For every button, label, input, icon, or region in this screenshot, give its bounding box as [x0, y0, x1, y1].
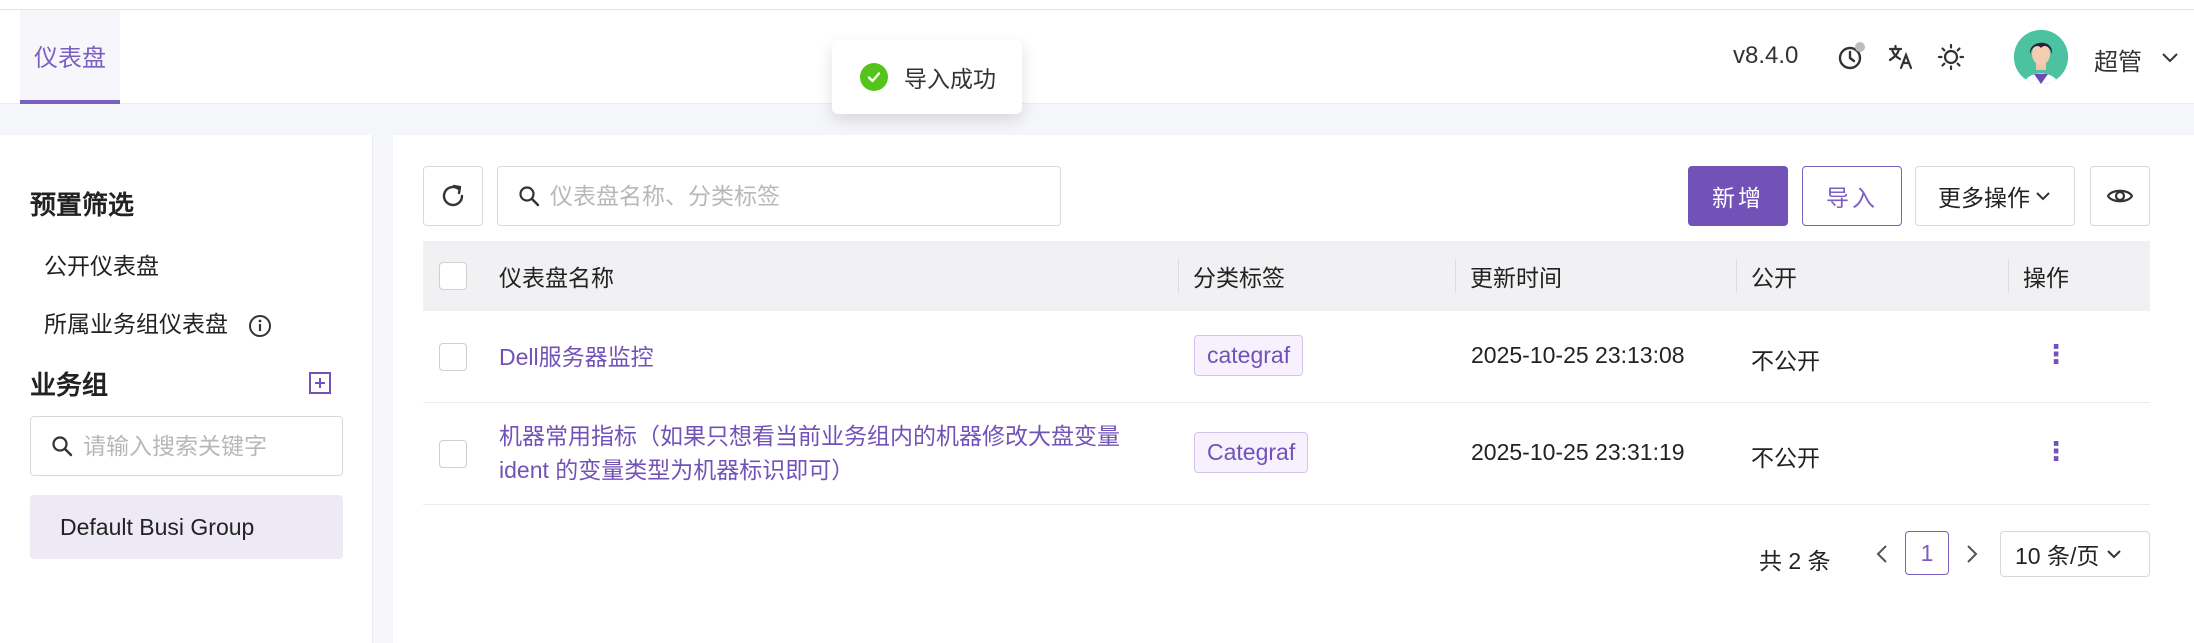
username-label[interactable]: 超管 — [2094, 42, 2142, 77]
more-actions-button[interactable]: 更多操作 — [1915, 166, 2075, 226]
chevron-down-icon[interactable] — [2160, 48, 2180, 68]
row-actions-more-icon[interactable]: ⋮ — [2043, 339, 2069, 370]
group-search-field[interactable] — [30, 416, 343, 476]
tag-chip-label: Categraf — [1194, 432, 1309, 473]
dashboard-name-line1: 机器常用指标（如果只想看当前业务组内的机器修改大盘变量 — [499, 423, 1120, 449]
top-header: 仪表盘 v8.4.0 超管 — [0, 10, 2194, 104]
business-group-title: 业务组 — [30, 370, 109, 400]
prev-page-icon[interactable] — [1873, 543, 1893, 565]
row-checkbox[interactable] — [439, 343, 467, 371]
column-header-updated: 更新时间 — [1470, 265, 1562, 291]
group-search-input[interactable] — [83, 432, 323, 460]
pagination-page-1[interactable]: 1 — [1905, 531, 1949, 575]
sidebar-item-group-dashboards[interactable]: 所属业务组仪表盘 — [44, 305, 272, 339]
dashboard-search-field[interactable] — [497, 166, 1061, 226]
tab-dashboard-label: 仪表盘 — [34, 44, 106, 72]
updated-time: 2025-10-25 23:31:19 — [1471, 439, 1685, 465]
column-divider — [2008, 259, 2009, 293]
sidebar-item-public-dashboards[interactable]: 公开仪表盘 — [44, 247, 159, 281]
dashboard-name-line2: ident 的变量类型为机器标识即可） — [499, 457, 855, 483]
tab-dashboard[interactable]: 仪表盘 — [20, 10, 120, 104]
new-dashboard-button[interactable]: 新增 — [1688, 166, 1788, 226]
check-circle-icon — [860, 63, 888, 91]
group-item-default[interactable]: Default Busi Group — [30, 495, 343, 559]
main-panel: 新增 导入 更多操作 仪表盘名称 分类标签 更新时间 公开 操作 Dell服务器… — [393, 135, 2194, 643]
toast-message: 导入成功 — [904, 66, 996, 92]
column-divider — [1736, 259, 1737, 293]
chevron-down-icon — [2036, 192, 2050, 201]
pagination-total: 共 2 条 — [1759, 548, 1831, 574]
more-actions-label: 更多操作 — [1938, 185, 2030, 211]
theme-sun-icon[interactable] — [1934, 40, 1968, 74]
preset-filter-title: 预置筛选 — [30, 190, 135, 220]
language-icon[interactable] — [1884, 40, 1918, 74]
top-border — [0, 0, 2194, 10]
search-icon — [519, 186, 540, 207]
row-actions-more-icon[interactable]: ⋮ — [2043, 436, 2069, 467]
column-header-name: 仪表盘名称 — [499, 265, 614, 291]
search-icon — [52, 436, 73, 457]
import-button[interactable]: 导入 — [1802, 166, 1902, 226]
tag-chip[interactable]: categraf — [1194, 335, 1304, 376]
column-visibility-button[interactable] — [2090, 166, 2150, 226]
updated-time: 2025-10-25 23:13:08 — [1471, 342, 1685, 368]
column-header-actions: 操作 — [2023, 265, 2069, 291]
page-size-label: 10 条/页 — [2015, 543, 2100, 569]
dashboard-name-link[interactable]: 机器常用指标（如果只想看当前业务组内的机器修改大盘变量 ident 的变量类型为… — [499, 419, 1149, 487]
dashboard-name-link[interactable]: Dell服务器监控 — [499, 340, 654, 374]
row-checkbox[interactable] — [439, 440, 467, 468]
column-divider — [1455, 259, 1456, 293]
table-row: Dell服务器监控 categraf 2025-10-25 23:13:08 不… — [423, 311, 2150, 403]
info-icon[interactable] — [248, 314, 272, 338]
version-label: v8.4.0 — [1733, 42, 1799, 69]
dashboard-search-input[interactable] — [550, 182, 1050, 210]
chevron-down-icon — [2107, 550, 2122, 559]
user-avatar[interactable] — [2014, 30, 2068, 84]
page-size-select[interactable]: 10 条/页 — [2000, 531, 2150, 577]
sidebar-item-group-dashboards-label: 所属业务组仪表盘 — [44, 311, 228, 337]
public-status: 不公开 — [1751, 445, 1820, 471]
success-toast: 导入成功 — [832, 40, 1022, 114]
eye-icon — [2106, 189, 2134, 203]
refresh-icon — [442, 184, 464, 207]
history-icon[interactable] — [1834, 40, 1868, 74]
table-row: 机器常用指标（如果只想看当前业务组内的机器修改大盘变量 ident 的变量类型为… — [423, 403, 2150, 505]
next-page-icon[interactable] — [1961, 543, 1981, 565]
add-group-icon[interactable] — [308, 371, 332, 395]
sidebar: 预置筛选 公开仪表盘 所属业务组仪表盘 业务组 Default Busi Gro… — [0, 135, 373, 643]
public-status: 不公开 — [1751, 348, 1820, 374]
table-header: 仪表盘名称 分类标签 更新时间 公开 操作 — [423, 241, 2150, 311]
tag-chip[interactable]: Categraf — [1194, 432, 1309, 473]
select-all-checkbox[interactable] — [439, 241, 467, 311]
refresh-button[interactable] — [423, 166, 483, 226]
column-header-tags: 分类标签 — [1193, 265, 1285, 291]
tag-chip-label: categraf — [1194, 335, 1304, 376]
column-divider — [1178, 259, 1179, 293]
column-header-public: 公开 — [1751, 265, 1797, 291]
